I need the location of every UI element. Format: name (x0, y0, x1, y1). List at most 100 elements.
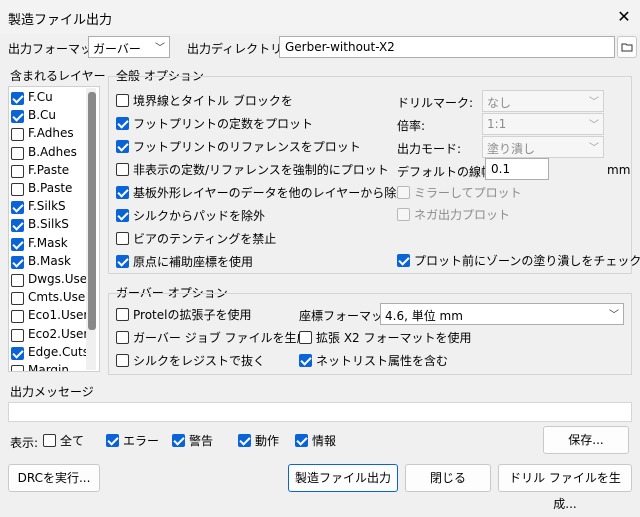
output-dir-input[interactable]: Gerber-without-X2 (279, 36, 615, 58)
drill-marks-select[interactable]: なし ﹀ (482, 90, 604, 112)
layer-checkbox[interactable] (11, 310, 24, 324)
close-icon[interactable]: ✕ (611, 4, 637, 30)
layers-heading: 含まれるレイヤー (10, 69, 106, 83)
window-title: 製造ファイル出力 (8, 13, 113, 28)
filter-actions-checkbox[interactable] (238, 434, 251, 447)
force-hidden-text-checkbox[interactable] (116, 163, 129, 176)
footprint-values-checkbox[interactable] (116, 117, 129, 130)
layer-label: Eco1.User (28, 308, 89, 323)
plot-mode-label: 出力モード: (397, 142, 462, 156)
x2-format-checkbox[interactable] (299, 331, 312, 344)
job-file-checkbox[interactable] (116, 331, 129, 344)
exclude-pads-checkbox[interactable] (116, 209, 129, 222)
filter-warnings-checkbox[interactable] (172, 434, 185, 447)
format-select[interactable]: ガーバー ﹀ (88, 36, 170, 58)
filter-errors-label: エラー (123, 434, 160, 448)
exclude-pads-label: シルクからパッドを除外 (133, 209, 266, 223)
folder-icon (621, 43, 633, 52)
layer-label: F.Mask (28, 235, 68, 250)
layer-label: F.Cu (28, 90, 53, 104)
line-width-unit: mm (607, 163, 631, 177)
plot-mode-value: 塗り潰し (487, 142, 536, 156)
layer-label: Edge.Cuts (28, 344, 89, 359)
output-dir-value: Gerber-without-X2 (285, 40, 395, 54)
filter-infos-checkbox[interactable] (295, 434, 308, 447)
layer-checkbox[interactable] (11, 328, 24, 342)
save-button[interactable]: 保存... (543, 426, 629, 454)
line-width-value: 0.1 (491, 162, 511, 176)
line-width-input[interactable]: 0.1 (485, 158, 549, 180)
zone-check-label: プロット前にゾーンの塗り潰しをチェック (414, 254, 640, 268)
layer-checkbox[interactable] (11, 164, 24, 178)
plot-button[interactable]: 製造ファイル出力 (288, 464, 398, 492)
mirror-plot-checkbox[interactable] (397, 186, 410, 199)
no-via-tenting-label: ビアのテンティングを禁止 (133, 232, 277, 246)
netlist-attr-checkbox[interactable] (299, 354, 312, 367)
layer-checkbox[interactable] (11, 274, 24, 287)
no-via-tenting-checkbox[interactable] (116, 232, 129, 245)
aux-origin-checkbox[interactable] (116, 255, 129, 268)
chevron-down-icon: ﹀ (589, 120, 599, 131)
layer-label: B.Paste (28, 181, 73, 195)
mirror-plot-label: ミラーしてプロット (414, 186, 522, 200)
exclude-edge-checkbox[interactable] (116, 186, 129, 199)
run-drc-button[interactable]: DRCを実行... (8, 464, 100, 492)
browse-folder-button[interactable] (617, 36, 637, 58)
layer-label: Cmts.User (28, 290, 91, 305)
layer-label: B.Mask (28, 253, 71, 268)
protel-ext-label: Protelの拡張子を使用 (133, 308, 252, 322)
plot-mode-select[interactable]: 塗り潰し ﹀ (482, 136, 604, 158)
layer-checkbox[interactable] (11, 128, 24, 142)
footprint-values-label: フットプリントの定数をプロット (133, 117, 314, 131)
messages-heading: 出力メッセージ (10, 385, 94, 399)
messages-panel[interactable] (8, 402, 632, 422)
negative-plot-checkbox[interactable] (397, 208, 410, 221)
format-select-value: ガーバー (93, 42, 141, 56)
filter-warnings-label: 警告 (189, 434, 214, 448)
show-label: 表示: (10, 436, 39, 450)
layer-label: B.SilkS (28, 217, 69, 232)
footprint-refs-checkbox[interactable] (116, 140, 129, 153)
chevron-down-icon: ﹀ (589, 97, 599, 108)
scale-select[interactable]: 1:1 ﹀ (482, 113, 604, 135)
layer-checkbox[interactable] (11, 146, 24, 160)
layer-label: Margin (28, 363, 69, 372)
layer-checkbox[interactable] (11, 219, 24, 233)
layer-label: F.Adhes (28, 126, 74, 141)
line-width-label: デフォルトの線幅: (397, 165, 498, 179)
subtract-mask-label: シルクをレジストで抜く (133, 354, 266, 368)
layer-checkbox[interactable] (11, 110, 24, 124)
border-title-block-checkbox[interactable] (116, 94, 129, 107)
force-hidden-text-label: 非表示の定数/リファレンスを強制的にプロット (133, 163, 389, 177)
layer-checkbox[interactable] (11, 237, 24, 251)
subtract-mask-checkbox[interactable] (116, 354, 129, 367)
layer-checkbox[interactable] (11, 346, 24, 360)
exclude-edge-label: 基板外形レイヤーのデータを他のレイヤーから除外 (133, 186, 409, 200)
footprint-refs-label: フットプリントのリファレンスをプロット (133, 140, 361, 154)
layer-checkbox[interactable] (11, 183, 24, 196)
close-button[interactable]: 閉じる (405, 464, 491, 492)
layer-label: Dwgs.User (28, 272, 93, 286)
layer-scrollbar-thumb[interactable] (88, 92, 96, 330)
job-file-label: ガーバー ジョブ ファイルを生成 (133, 331, 309, 345)
chevron-down-icon: ﹀ (609, 310, 619, 321)
chevron-down-icon: ﹀ (589, 143, 599, 154)
border-title-block-label: 境界線とタイトル ブロックを (133, 94, 293, 108)
layer-label: B.Cu (28, 108, 57, 123)
protel-ext-checkbox[interactable] (116, 308, 129, 321)
zone-check-checkbox[interactable] (397, 254, 410, 267)
layer-checkbox[interactable] (11, 365, 24, 371)
scale-label: 倍率: (397, 119, 426, 133)
layer-checkbox[interactable] (11, 201, 24, 215)
filter-all-checkbox[interactable] (43, 434, 56, 447)
layer-label: F.SilkS (28, 199, 66, 214)
layer-label: Eco2.User (28, 326, 89, 341)
chevron-down-icon: ﹀ (155, 43, 165, 54)
layer-checkbox[interactable] (11, 92, 24, 105)
generate-drill-button[interactable]: ドリル ファイルを生成... (498, 464, 632, 511)
layer-checkbox[interactable] (11, 255, 24, 269)
filter-errors-checkbox[interactable] (106, 434, 119, 447)
layer-checkbox[interactable] (11, 292, 24, 306)
coord-format-select[interactable]: 4.6, 単位 mm ﹀ (380, 303, 624, 325)
filter-all-label: 全て (60, 434, 85, 448)
